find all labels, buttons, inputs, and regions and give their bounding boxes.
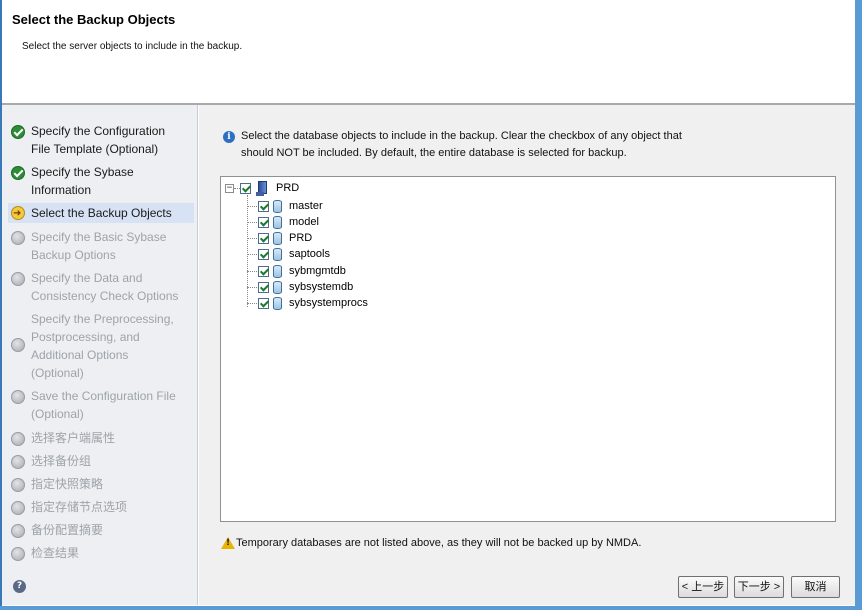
database-icon: [273, 265, 282, 278]
back-button[interactable]: < 上一步: [678, 576, 728, 598]
step-storage-node-options[interactable]: 指定存储节点选项: [8, 498, 194, 516]
next-button[interactable]: 下一步 >: [734, 576, 784, 598]
tree-node-label[interactable]: sybsystemdb: [289, 279, 353, 295]
database-checkbox[interactable]: [258, 266, 269, 277]
database-icon: [273, 232, 282, 245]
pending-step-icon: [11, 455, 25, 469]
current-step-arrow-icon: [11, 205, 25, 223]
pending-step-icon: [11, 390, 25, 404]
window-frame-bottom: [0, 606, 862, 610]
step-sybase-information[interactable]: Specify the Sybase Information: [8, 163, 194, 199]
tree-node-label[interactable]: PRD: [276, 180, 299, 196]
warning-icon: [221, 537, 235, 549]
step-processing-options[interactable]: Specify the Preprocessing, Postprocessin…: [8, 310, 194, 382]
pending-step-icon: [11, 432, 25, 446]
collapse-icon[interactable]: −: [225, 184, 234, 193]
tree-node-label[interactable]: PRD: [289, 230, 312, 246]
step-label: Specify the Preprocessing, Postprocessin…: [31, 312, 174, 380]
step-label: 检查结果: [31, 546, 80, 560]
step-label: Select the Backup Objects: [31, 206, 172, 220]
database-icon: [273, 216, 282, 229]
pending-step-icon: [11, 501, 25, 515]
check-icon: [11, 125, 25, 139]
step-basic-backup-options[interactable]: Specify the Basic Sybase Backup Options: [8, 228, 194, 264]
tree-node-prd: PRD: [221, 230, 421, 246]
tree-node-label[interactable]: saptools: [289, 246, 330, 262]
step-backup-group[interactable]: 选择备份组: [8, 452, 194, 470]
pending-step-icon: [11, 338, 25, 352]
database-icon: [273, 297, 282, 310]
pending-step-icon: [11, 272, 25, 286]
pending-step-icon: [11, 478, 25, 492]
pending-step-icon: [11, 231, 25, 245]
cancel-button[interactable]: 取消: [791, 576, 840, 598]
page-title: Select the Backup Objects: [12, 12, 176, 27]
tree-node-sybmgmtdb: sybmgmtdb: [221, 263, 421, 279]
step-label: 指定快照策略: [31, 477, 104, 491]
step-label: Specify the Basic Sybase Backup Options: [31, 230, 167, 262]
help-icon[interactable]: ?: [13, 580, 26, 593]
tree-node-model: model: [221, 214, 421, 230]
database-checkbox[interactable]: [258, 249, 269, 260]
database-checkbox[interactable]: [258, 233, 269, 244]
step-snapshot-policy[interactable]: 指定快照策略: [8, 475, 194, 493]
page-subtitle: Select the server objects to include in …: [22, 41, 243, 52]
database-icon: [273, 281, 282, 294]
step-label: 指定存储节点选项: [31, 500, 128, 514]
tree-node-label[interactable]: sybmgmtdb: [289, 263, 346, 279]
tree-node-sybsystemprocs: sybsystemprocs: [221, 295, 421, 311]
tree-node-master: master: [221, 198, 421, 214]
database-checkbox[interactable]: [258, 282, 269, 293]
instruction-text: Select the database objects to include i…: [241, 130, 682, 159]
pending-step-icon: [11, 524, 25, 538]
step-label: 备份配置摘要: [31, 523, 104, 537]
step-data-consistency-options[interactable]: Specify the Data and Consistency Check O…: [8, 269, 194, 305]
step-label: 选择客户端属性: [31, 431, 116, 445]
database-icon: [273, 248, 282, 261]
check-icon: [11, 166, 25, 180]
tree-node-label[interactable]: master: [289, 198, 323, 214]
tree-node-saptools: saptools: [221, 246, 421, 262]
database-icon: [273, 200, 282, 213]
step-backup-summary[interactable]: 备份配置摘要: [8, 521, 194, 539]
wizard-header: Select the Backup Objects Select the ser…: [2, 0, 855, 103]
step-check-results[interactable]: 检查结果: [8, 544, 194, 562]
tree-node-root: − PRD: [221, 180, 421, 196]
step-label: Specify the Sybase Information: [31, 165, 134, 197]
step-client-properties[interactable]: 选择客户端属性: [8, 429, 194, 447]
step-configuration-template[interactable]: Specify the Configuration File Template …: [8, 122, 194, 158]
step-label: Specify the Configuration File Template …: [31, 124, 166, 156]
main-panel: i Select the database objects to include…: [199, 105, 855, 605]
server-icon: [256, 180, 269, 196]
tree-node-label[interactable]: model: [289, 214, 319, 230]
tree-node-sybsystemdb: sybsystemdb: [221, 279, 421, 295]
tree-node-label[interactable]: sybsystemprocs: [289, 295, 368, 311]
step-save-configuration[interactable]: Save the Configuration File (Optional): [8, 387, 194, 423]
step-label: Specify the Data and Consistency Check O…: [31, 271, 179, 303]
database-checkbox[interactable]: [258, 217, 269, 228]
backup-objects-tree: − PRD master model PRD saptools sybmgmtd…: [220, 176, 836, 522]
database-checkbox[interactable]: [258, 201, 269, 212]
window-frame-right: [855, 0, 862, 610]
step-label: 选择备份组: [31, 454, 92, 468]
database-checkbox[interactable]: [258, 298, 269, 309]
step-backup-objects[interactable]: Select the Backup Objects: [8, 203, 194, 223]
step-label: Save the Configuration File (Optional): [31, 389, 176, 421]
root-checkbox[interactable]: [240, 183, 251, 194]
info-icon: i: [223, 131, 235, 143]
wizard-steps-sidebar: Specify the Configuration File Template …: [2, 105, 198, 605]
pending-step-icon: [11, 547, 25, 561]
warning-text: Temporary databases are not listed above…: [236, 537, 642, 549]
